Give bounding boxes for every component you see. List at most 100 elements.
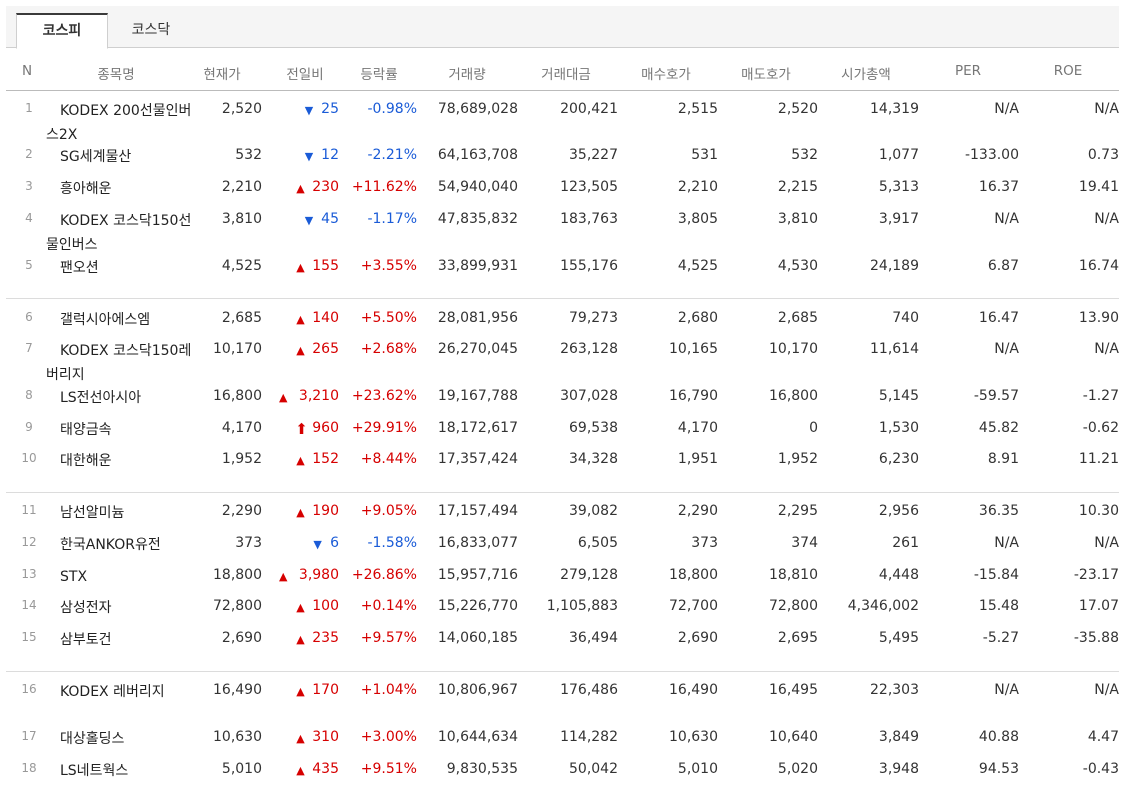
market-cap: 6,230	[878, 451, 919, 467]
current-price: 2,685	[221, 310, 262, 326]
stock-name-link[interactable]: SG세계물산	[46, 145, 196, 169]
stock-name-link[interactable]: KODEX 200선물인버스2X	[46, 99, 196, 147]
row-number: 17	[21, 729, 37, 743]
stock-name-link[interactable]: 삼부토건	[46, 628, 196, 652]
stock-name-link[interactable]: 태양금속	[46, 418, 196, 442]
market-cap: 261	[892, 535, 919, 551]
change-rate: -2.21%	[367, 147, 417, 163]
trade-amount: 114,282	[560, 729, 618, 745]
stock-name-link[interactable]: LS네트웍스	[46, 759, 196, 783]
row-number: 8	[25, 388, 33, 402]
row-number: 3	[25, 179, 33, 193]
bid-price: 10,165	[669, 341, 718, 357]
current-price: 4,525	[221, 258, 262, 274]
per-value: 16.47	[978, 310, 1019, 326]
roe-value: 17.07	[1078, 598, 1119, 614]
trade-amount: 123,505	[560, 179, 618, 195]
change-value: 170	[312, 682, 339, 698]
stock-name-link[interactable]: 삼성전자	[46, 596, 196, 620]
stock-name-link[interactable]: 한국ANKOR유전	[46, 533, 196, 557]
trade-amount: 36,494	[569, 630, 618, 646]
roe-value: -0.43	[1082, 761, 1119, 777]
col-header-price: 현재가	[203, 67, 241, 83]
trade-amount: 6,505	[577, 535, 618, 551]
roe-value: -23.17	[1073, 567, 1119, 583]
roe-value: -35.88	[1073, 630, 1119, 646]
roe-value: N/A	[1094, 682, 1119, 698]
trade-amount: 176,486	[560, 682, 618, 698]
group-divider	[6, 671, 1119, 672]
bid-price: 2,210	[677, 179, 718, 195]
volume: 78,689,028	[437, 101, 518, 117]
up-triangle-icon: ▲	[296, 313, 305, 326]
change-rate: -1.58%	[367, 535, 417, 551]
bid-price: 2,515	[677, 101, 718, 117]
row-number: 5	[25, 258, 33, 272]
stock-name-link[interactable]: 대한해운	[46, 449, 196, 473]
bid-price: 2,690	[677, 630, 718, 646]
stock-name-link[interactable]: 흥아해운	[46, 177, 196, 201]
up-triangle-icon: ▲	[279, 570, 288, 583]
current-price: 2,690	[221, 630, 262, 646]
col-header-name: 종목명	[97, 67, 135, 83]
roe-value: N/A	[1094, 101, 1119, 117]
up-triangle-icon: ▲	[296, 344, 305, 357]
trade-amount: 200,421	[560, 101, 618, 117]
ask-price: 72,800	[769, 598, 818, 614]
current-price: 18,800	[213, 567, 262, 583]
stock-name-link[interactable]: 대상홀딩스	[46, 727, 196, 751]
per-value: 6.87	[987, 258, 1019, 274]
up-triangle-icon: ▲	[296, 764, 305, 777]
volume: 15,226,770	[437, 598, 518, 614]
volume: 10,644,634	[437, 729, 518, 745]
per-value: 45.82	[978, 420, 1019, 436]
change-rate: +2.68%	[360, 341, 417, 357]
stock-name-link[interactable]: 팬오션	[46, 256, 196, 280]
stock-name-link[interactable]: KODEX 코스닥150레버리지	[46, 339, 196, 387]
per-value: 94.53	[978, 761, 1019, 777]
up-triangle-icon: ▲	[279, 391, 288, 404]
current-price: 2,290	[221, 503, 262, 519]
stock-name-link[interactable]: 갤럭시아에스엠	[46, 308, 196, 332]
up-triangle-icon: ▲	[296, 685, 305, 698]
bid-price: 10,630	[669, 729, 718, 745]
current-price: 2,520	[221, 101, 262, 117]
change-rate: -0.98%	[367, 101, 417, 117]
ask-price: 532	[791, 147, 818, 163]
row-number: 14	[21, 598, 37, 612]
change-value: 265	[312, 341, 339, 357]
col-header-cap: 시가총액	[841, 67, 891, 83]
down-triangle-icon: ▼	[304, 104, 314, 117]
volume: 16,833,077	[437, 535, 518, 551]
tab-kosdaq[interactable]: 코스닥	[106, 14, 196, 47]
current-price: 373	[235, 535, 262, 551]
up-triangle-icon: ▲	[296, 633, 305, 646]
stock-name-link[interactable]: LS전선아시아	[46, 386, 196, 410]
stock-name-link[interactable]: 남선알미늄	[46, 501, 196, 525]
col-header-amount: 거래대금	[541, 67, 591, 83]
row-number: 10	[21, 451, 37, 465]
change-value: 230	[312, 179, 339, 195]
change-rate: +23.62%	[351, 388, 417, 404]
change-rate: +29.91%	[351, 420, 417, 436]
per-value: 15.48	[978, 598, 1019, 614]
volume: 33,899,931	[437, 258, 518, 274]
current-price: 72,800	[213, 598, 262, 614]
stock-name-link[interactable]: KODEX 코스닥150선물인버스	[46, 209, 196, 257]
bid-price: 3,805	[677, 211, 718, 227]
bid-price: 1,951	[677, 451, 718, 467]
ask-price: 5,020	[777, 761, 818, 777]
volume: 47,835,832	[437, 211, 518, 227]
row-number: 16	[21, 682, 37, 696]
volume: 54,940,040	[437, 179, 518, 195]
stock-name-link[interactable]: KODEX 레버리지	[46, 680, 196, 704]
group-divider	[6, 492, 1119, 493]
tab-kospi[interactable]: 코스피	[16, 13, 108, 49]
ask-price: 1,952	[777, 451, 818, 467]
stock-name-link[interactable]: STX	[46, 565, 196, 589]
volume: 28,081,956	[437, 310, 518, 326]
trade-amount: 183,763	[560, 211, 618, 227]
row-number: 9	[25, 420, 33, 434]
ask-price: 18,810	[769, 567, 818, 583]
per-value: -133.00	[964, 147, 1019, 163]
